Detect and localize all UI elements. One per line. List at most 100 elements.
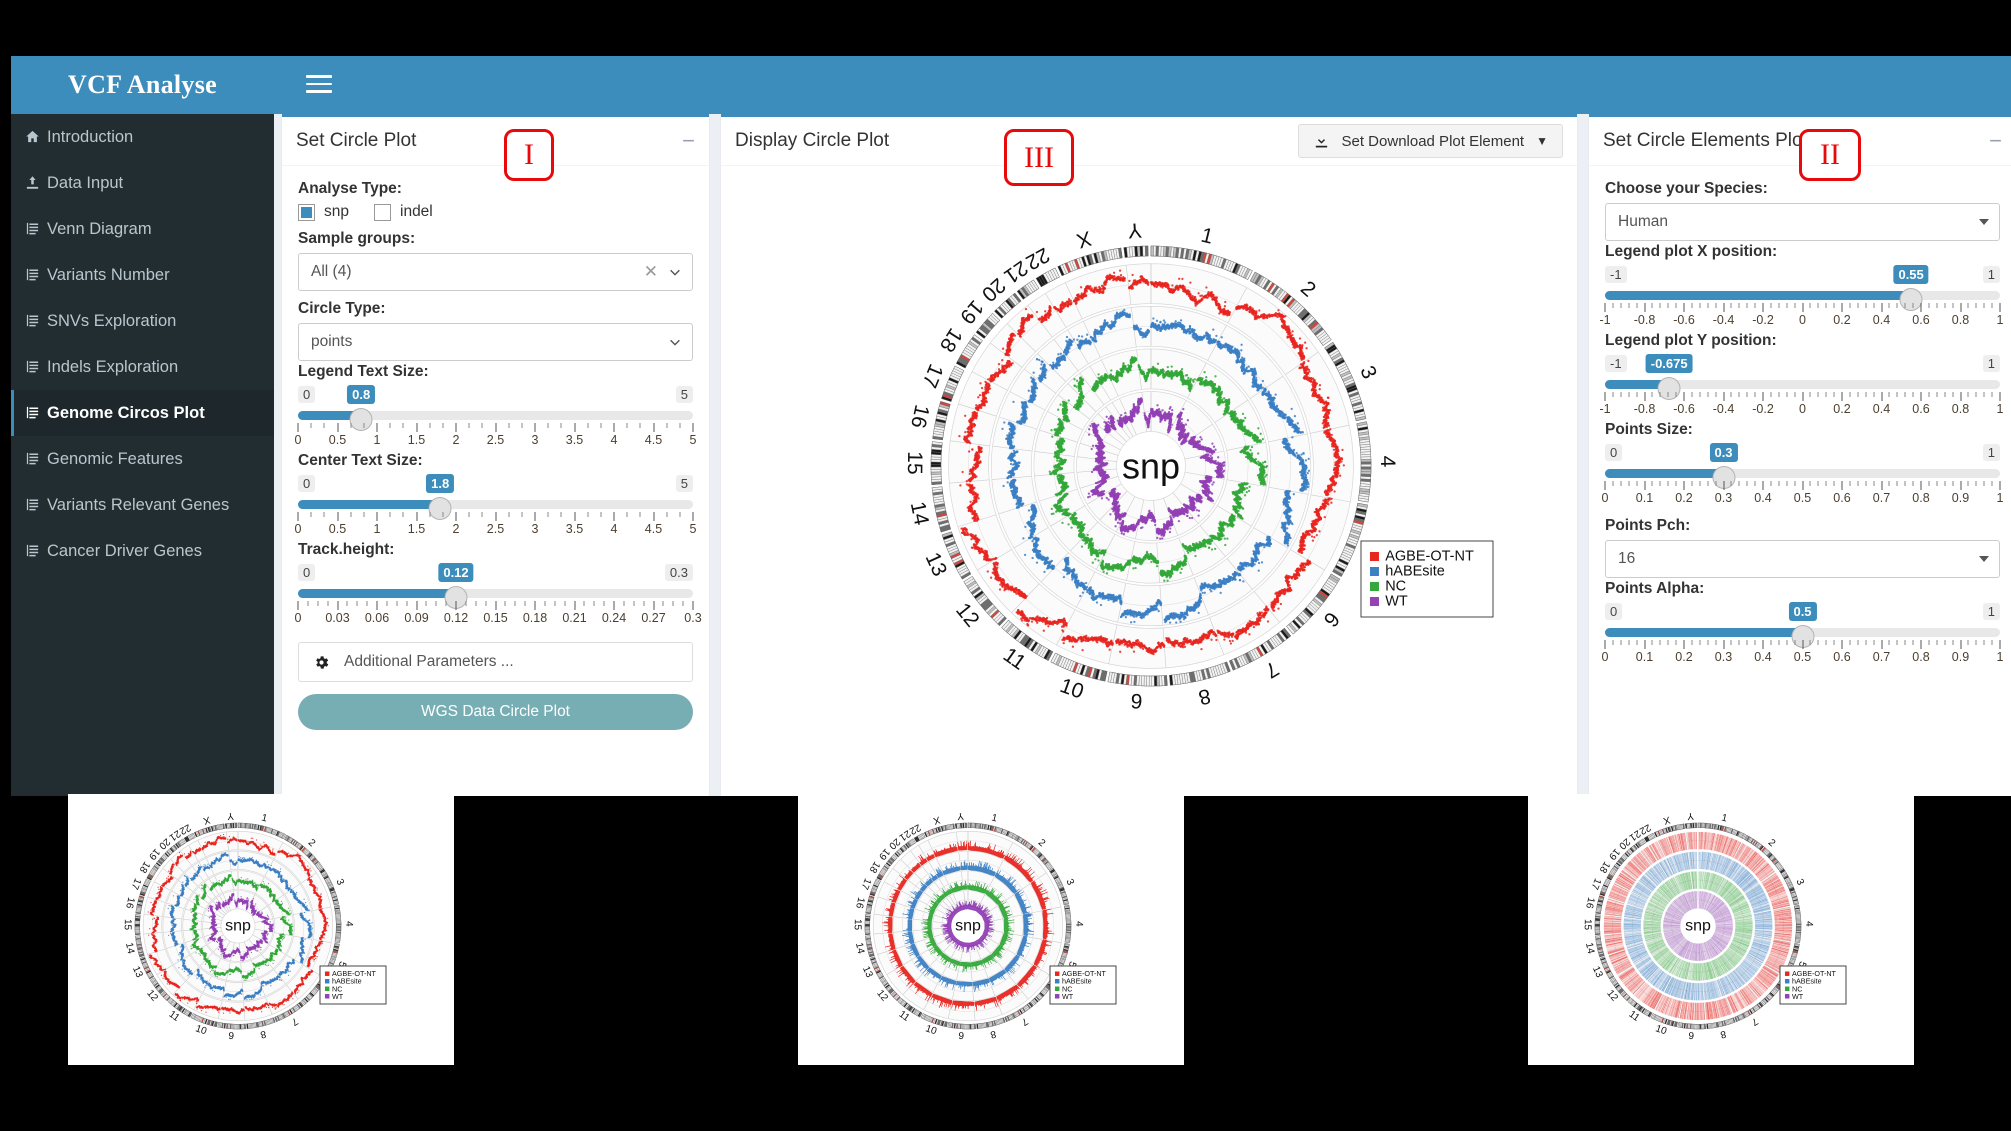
sidebar-item-data-input[interactable]: Data Input	[11, 160, 274, 206]
upload-icon	[25, 175, 47, 192]
list-icon	[25, 313, 47, 330]
slider[interactable]: 0 1 0.3 0 0.1 0.2 0.3 0.4 0.5 0.6 0.7 0.8 0.9 1	[1602, 443, 2003, 508]
slider-group: Points Alpha: 0 1 0.5 0 0.1 0.2 0.3 0.4 0.5 0.6 0.7…	[1602, 580, 2004, 667]
slider[interactable]: 0 1 0.5 0 0.1 0.2 0.3 0.4 0.5 0.6 0.7 0.8 0.9 1	[1602, 602, 2004, 667]
svg-text:15: 15	[903, 451, 926, 475]
slider-track[interactable]	[298, 589, 693, 598]
slider-ticks	[297, 423, 694, 432]
sidebar-item-indels-exploration[interactable]: Indels Exploration	[11, 344, 274, 390]
slider-value-bubble: 0.8	[347, 385, 376, 404]
panel-title: Set Circle Plot	[296, 130, 416, 152]
app-title: VCF Analyse	[68, 70, 217, 100]
slider-fill	[1605, 469, 1724, 478]
list-icon	[25, 405, 47, 422]
hamburger-icon[interactable]	[306, 70, 332, 96]
download-icon	[1315, 134, 1327, 147]
set-circle-plot-panel: Set Circle Plot − Analyse Type: snp inde…	[282, 114, 709, 796]
slider-tick-labels: 0 0.1 0.2 0.3 0.4 0.5 0.6 0.7 0.8 0.9 1	[1602, 650, 2004, 666]
panel-header: Display Circle Plot Set Download Plot El…	[721, 117, 1577, 166]
indel-checkbox[interactable]	[374, 203, 391, 221]
slider-group: Legend plot Y position: -1 1 -0.675 -1 -0.8 -0…	[1599, 332, 2003, 419]
caret-down-icon	[1979, 556, 1989, 562]
sidebar-item-cancer-driver-genes[interactable]: Cancer Driver Genes	[11, 528, 274, 574]
list-icon	[25, 221, 47, 238]
slider-min-label: -1	[1605, 355, 1627, 372]
sample-groups-select[interactable]: All (4) ✕	[298, 253, 693, 291]
sidebar-item-introduction[interactable]: Introduction	[11, 114, 274, 160]
slider-ticks	[297, 601, 694, 610]
set-circle-elements-plot-panel: Set Circle Elements Plot − Choose your S…	[1589, 114, 2011, 796]
slider-track[interactable]	[1605, 469, 2000, 478]
slider-fill	[298, 500, 441, 509]
circle-type-label: Circle Type:	[298, 300, 693, 318]
sidebar-item-label: Variants Number	[47, 266, 170, 285]
slider-min-label: 0	[1605, 444, 1623, 461]
slider[interactable]: -1 1 -0.675 -1 -0.8 -0.6 -0.4 -0.2 0 0.2 0.4 0.6 0.8…	[1599, 354, 2003, 419]
slider-min-label: -1	[1605, 266, 1627, 283]
collapse-button[interactable]: −	[682, 130, 695, 152]
points-pch-label: Points Pch:	[1605, 517, 2000, 535]
svg-text:14: 14	[906, 500, 933, 528]
slider-tick-labels: 0 0.03 0.06 0.09 0.12 0.15 0.18 0.21 0.24 0.27 0.3	[295, 611, 702, 627]
home-icon	[25, 129, 47, 146]
svg-text:16: 16	[906, 403, 933, 431]
sidebar: VCF Analyse Introduction Data Input Venn D…	[11, 56, 274, 796]
points-pch-select[interactable]: 16	[1605, 540, 2000, 578]
svg-text:7: 7	[1261, 657, 1283, 683]
slider-track[interactable]	[1605, 291, 2000, 300]
caret-down-icon	[1979, 219, 1989, 225]
svg-text:1: 1	[1199, 224, 1216, 249]
wgs-data-circle-plot-button[interactable]: WGS Data Circle Plot	[298, 694, 693, 730]
panel-body: Analyse Type: snp indel Sample groups: A…	[282, 166, 709, 744]
app-brand: VCF Analyse	[11, 56, 274, 114]
panel-title: Display Circle Plot	[735, 130, 889, 152]
sidebar-item-genome-circos-plot[interactable]: Genome Circos Plot	[11, 390, 274, 436]
set-download-plot-element-button[interactable]: Set Download Plot Element ▼	[1297, 124, 1563, 158]
list-icon	[25, 543, 47, 560]
sidebar-nav: Introduction Data Input Venn Diagram Varian…	[11, 114, 274, 574]
sidebar-item-variants-number[interactable]: Variants Number	[11, 252, 274, 298]
slider-track[interactable]	[298, 500, 693, 509]
heatmap-circos-thumbnail: 12345678910111213141516171819202122XYsnp…	[1528, 794, 1914, 1065]
slider-min-label: 0	[1605, 603, 1623, 620]
sidebar-item-label: Indels Exploration	[47, 358, 178, 377]
svg-text:3: 3	[1355, 362, 1381, 382]
sidebar-item-label: Data Input	[47, 174, 123, 193]
panel-ii-sliders-top: Legend plot X position: -1 1 0.55 -1 -0.8 -0.6…	[1599, 243, 2003, 508]
annotation-marker-ii: II	[1799, 129, 1861, 181]
sidebar-item-label: Variants Relevant Genes	[47, 496, 229, 515]
snp-checkbox[interactable]	[298, 203, 315, 221]
sidebar-item-label: Cancer Driver Genes	[47, 542, 202, 561]
sidebar-item-variants-relevant-genes[interactable]: Variants Relevant Genes	[11, 482, 274, 528]
species-select[interactable]: Human	[1605, 203, 2000, 241]
svg-text:Y: Y	[1127, 218, 1143, 242]
slider-tick-labels: -1 -0.8 -0.6 -0.4 -0.2 0 0.2 0.4 0.6 0.8 1	[1599, 402, 2003, 418]
panel-body: Choose your Species: Human Legend plot X…	[1589, 166, 2011, 681]
collapse-button[interactable]: −	[1989, 130, 2002, 152]
sample-groups-value: All (4)	[311, 263, 644, 281]
sidebar-item-venn-diagram[interactable]: Venn Diagram	[11, 206, 274, 252]
slider[interactable]: 0 5 0.8 0 0.5 1 1.5 2 2.5 3 3.5 4 4.5 5	[295, 385, 696, 450]
slider[interactable]: 0 0.3 0.12 0 0.03 0.06 0.09 0.12 0.15 0.18 0.21 0.2…	[295, 563, 702, 628]
species-value: Human	[1618, 213, 1979, 231]
clear-icon[interactable]: ✕	[644, 262, 658, 282]
sample-groups-label: Sample groups:	[298, 230, 693, 248]
slider[interactable]: 0 5 1.8 0 0.5 1 1.5 2 2.5 3 3.5 4 4.5 5	[295, 474, 696, 539]
sidebar-item-snvs-exploration[interactable]: SNVs Exploration	[11, 298, 274, 344]
sidebar-item-label: Genome Circos Plot	[47, 404, 205, 423]
svg-text:17: 17	[917, 361, 947, 391]
additional-parameters-label: Additional Parameters ...	[344, 653, 514, 671]
slider-min-label: 0	[298, 475, 316, 492]
slider-max-label: 1	[1982, 266, 2000, 283]
sidebar-item-genomic-features[interactable]: Genomic Features	[11, 436, 274, 482]
slider[interactable]: -1 1 0.55 -1 -0.8 -0.6 -0.4 -0.2 0 0.2 0.4 0.6 0.8 1	[1599, 265, 2003, 330]
annotation-marker-iii: III	[1004, 129, 1074, 186]
slider-min-label: 0	[298, 564, 316, 581]
slider-ticks	[1604, 303, 2001, 312]
additional-parameters-button[interactable]: Additional Parameters ...	[298, 642, 693, 682]
circle-type-select[interactable]: points	[298, 323, 693, 361]
slider-label: Center Text Size:	[298, 452, 693, 470]
slider-value-bubble: 0.5	[1788, 602, 1817, 621]
slider-max-label: 1	[1982, 444, 2000, 461]
list-icon	[25, 451, 47, 468]
